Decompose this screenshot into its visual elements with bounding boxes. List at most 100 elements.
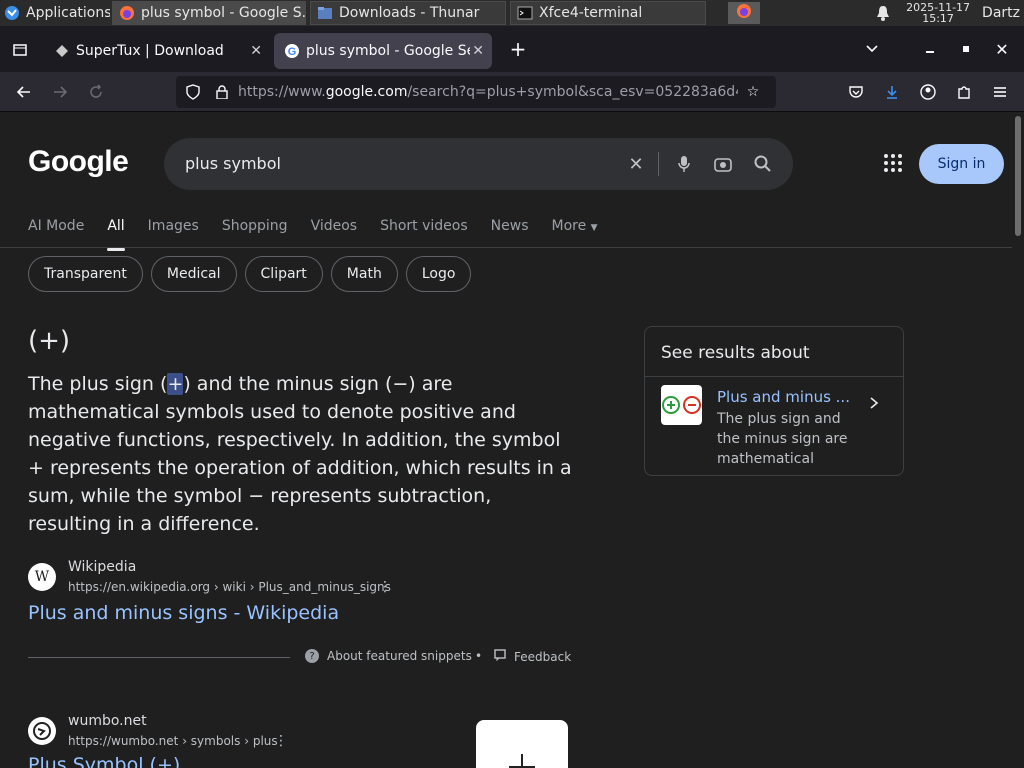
pocket-icon[interactable] [838, 76, 874, 108]
close-tab-icon[interactable]: ✕ [472, 43, 484, 59]
xfce-logo-icon [4, 5, 20, 21]
scrollbar-thumb[interactable] [1015, 116, 1021, 236]
bookmark-star-icon[interactable]: ☆ [738, 84, 768, 100]
tab-short-videos[interactable]: Short videos [380, 218, 468, 248]
tab-all[interactable]: All [107, 218, 126, 251]
result-url: https://wumbo.net › symbols › plus [68, 734, 278, 748]
folder-icon [317, 5, 333, 21]
task-label: Xfce4-terminal [539, 5, 643, 21]
clock-time: 15:17 [922, 12, 954, 25]
url-host: google.com [325, 84, 408, 100]
chip-clipart[interactable]: Clipart [244, 256, 323, 292]
search-icon[interactable] [751, 152, 775, 176]
back-arrow-icon[interactable] [6, 76, 42, 108]
clock[interactable]: 2025-11-17 15:17 [898, 2, 978, 24]
search-type-tabs: AI Mode All Images Shopping Videos Short… [28, 218, 621, 251]
clear-search-icon[interactable]: ✕ [624, 152, 648, 176]
microphone-icon[interactable] [672, 152, 696, 176]
tab-google-search[interactable]: G plus symbol - Google Search ✕ [274, 33, 492, 69]
applications-menu[interactable]: Applications [0, 0, 110, 26]
url-prefix: https://www. [238, 84, 326, 100]
search-box[interactable]: plus symbol ✕ [164, 138, 793, 190]
feedback-icon [494, 649, 506, 664]
tab-videos[interactable]: Videos [311, 218, 358, 248]
chip-medical[interactable]: Medical [150, 256, 237, 292]
terminal-icon [517, 5, 533, 21]
close-tab-icon[interactable]: ✕ [250, 43, 262, 59]
google-favicon-icon: G [284, 43, 300, 59]
task-firefox[interactable]: plus symbol - Google S... [112, 1, 306, 25]
chip-transparent[interactable]: Transparent [28, 256, 143, 292]
maximize-window-icon[interactable] [948, 33, 984, 65]
camera-lens-icon[interactable] [711, 152, 735, 176]
list-all-tabs-icon[interactable] [0, 33, 40, 65]
firefox-icon [736, 3, 752, 23]
page-scrollbar[interactable] [1012, 112, 1024, 768]
feedback-label: Feedback [514, 649, 572, 664]
url-text: https://www.google.com/search?q=plus+sym… [238, 84, 738, 100]
firefox-icon [119, 5, 135, 21]
search-input[interactable]: plus symbol [185, 154, 281, 173]
feedback-link[interactable]: Feedback [494, 649, 571, 664]
user-menu[interactable]: Dartz [978, 0, 1024, 26]
task-label: plus symbol - Google S... [141, 5, 306, 21]
new-tab-button[interactable]: + [500, 33, 536, 65]
chevron-right-icon[interactable] [869, 395, 879, 414]
tab-more[interactable]: More ▼ [552, 218, 598, 248]
task-thunar[interactable]: Downloads - Thunar [310, 1, 506, 25]
close-window-icon[interactable]: ✕ [984, 33, 1020, 65]
navigation-toolbar: https://www.google.com/search?q=plus+sym… [0, 72, 1024, 112]
forward-arrow-icon[interactable] [42, 76, 78, 108]
url-bar[interactable]: https://www.google.com/search?q=plus+sym… [176, 76, 776, 108]
google-logo[interactable]: Google [28, 145, 129, 179]
extensions-icon[interactable] [946, 76, 982, 108]
result-site-name: Wikipedia [68, 559, 137, 575]
result-image-thumbnail[interactable] [476, 720, 568, 768]
result-site-name: wumbo.net [68, 713, 147, 729]
refinement-chips: Transparent Medical Clipart Math Logo [28, 256, 479, 292]
sign-in-button[interactable]: Sign in [919, 144, 1004, 184]
hamburger-menu-icon[interactable] [982, 76, 1018, 108]
wumbo-favicon-icon [28, 717, 56, 745]
about-label: About featured snippets [327, 649, 472, 663]
supertux-favicon-icon [54, 43, 70, 59]
more-options-icon[interactable]: ⋮ [274, 733, 288, 749]
plus-minus-thumbnail[interactable] [661, 385, 702, 425]
tab-ai-mode[interactable]: AI Mode [28, 218, 84, 248]
tab-label: SuperTux | Download [76, 43, 224, 59]
tab-strip: SuperTux | Download ✕ G plus symbol - Go… [0, 26, 1024, 72]
minimize-window-icon[interactable] [912, 33, 948, 65]
result-title-link[interactable]: Plus and minus signs - Wikipedia [28, 602, 339, 624]
snippet-highlight: + [167, 373, 184, 395]
about-featured-snippets-link[interactable]: ? About featured snippets [305, 649, 472, 663]
reload-icon[interactable] [78, 76, 114, 108]
dropdown-caret-icon: ▼ [590, 223, 598, 233]
notification-bell-icon[interactable] [868, 5, 898, 21]
tab-supertux[interactable]: SuperTux | Download ✕ [44, 33, 270, 69]
more-options-icon[interactable]: ⋮ [378, 579, 392, 595]
tab-images[interactable]: Images [148, 218, 199, 248]
downloads-icon[interactable] [874, 76, 910, 108]
card-separator [645, 376, 903, 377]
snippet-text-part-1: The plus sign ( [28, 373, 168, 395]
chevron-down-icon[interactable] [854, 33, 890, 65]
google-apps-icon[interactable] [884, 154, 904, 174]
svg-text:G: G [288, 46, 297, 58]
card-entity-description: The plus sign and the minus sign are mat… [717, 411, 848, 467]
task-terminal[interactable]: Xfce4-terminal [510, 1, 706, 25]
tabs-divider [0, 247, 1012, 248]
tab-shopping[interactable]: Shopping [222, 218, 288, 248]
result-title-link[interactable]: Plus Symbol (+) [28, 754, 180, 768]
wikipedia-favicon-icon: W [28, 563, 56, 591]
chip-logo[interactable]: Logo [405, 256, 472, 292]
card-heading: See results about [661, 343, 810, 363]
account-icon[interactable] [910, 76, 946, 108]
lock-icon[interactable] [210, 85, 234, 99]
featured-snippet-title: (+) [28, 326, 71, 356]
applications-label: Applications [26, 5, 110, 21]
chip-math[interactable]: Math [330, 256, 398, 292]
card-entity-link[interactable]: Plus and minus ... [717, 388, 850, 406]
tab-news[interactable]: News [491, 218, 529, 248]
shield-icon[interactable] [176, 84, 210, 100]
firefox-launcher[interactable] [728, 2, 760, 24]
